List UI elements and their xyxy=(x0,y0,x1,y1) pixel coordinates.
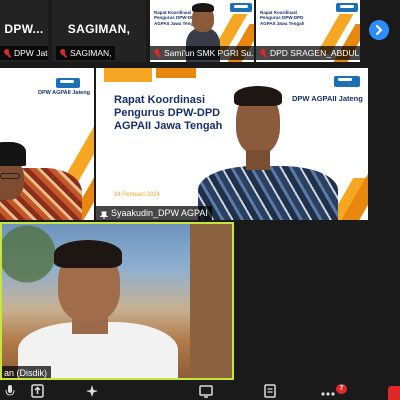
video-tile-syaakudin[interactable]: Rapat Koordinasi Pengurus DPW-DPD AGPAII… xyxy=(96,68,368,220)
mic-muted-icon[interactable] xyxy=(2,384,18,398)
mic-muted-icon xyxy=(3,48,11,58)
participant-name: DPD SRAGEN_ABDUL ... xyxy=(270,48,360,58)
participant-hair xyxy=(54,240,122,268)
agpaii-logo xyxy=(56,78,80,88)
next-page-button[interactable] xyxy=(369,20,389,40)
slide-stripe xyxy=(104,68,152,82)
slide-stripe xyxy=(156,68,196,78)
participant-label: SAGIMAN, xyxy=(56,46,115,60)
video-tile-dpw-jateng[interactable]: DPW AGPAII Jateng xyxy=(0,68,94,220)
gallery-empty-area xyxy=(236,222,400,380)
more-icon[interactable] xyxy=(320,384,336,398)
participant-label: DPW Jateng xyxy=(0,46,48,60)
chevron-right-icon xyxy=(376,25,383,35)
slide-title: Rapat Koordinasi Pengurus DPW-DPD AGPAII… xyxy=(114,94,223,133)
peci-cap xyxy=(0,142,26,166)
glasses xyxy=(0,173,20,179)
participant-name: Sami'un SMK PGRI Su... xyxy=(164,48,254,58)
strip-tile-dpd-sragen[interactable]: Rapat Koordinasi Pengurus DPW-DPD AGPAII… xyxy=(256,0,360,62)
logo-text: DPW AGPAII Jateng xyxy=(38,90,90,96)
participant-label: Sami'un SMK PGRI Su... xyxy=(150,46,254,60)
mic-muted-icon xyxy=(153,48,161,58)
participant-strip: DPW... DPW Jateng SAGIMAN, SAGIMAN, Rapa… xyxy=(0,0,400,62)
reactions-icon[interactable] xyxy=(84,384,100,398)
notification-badge: 7 xyxy=(336,384,347,394)
participant-neck xyxy=(246,150,270,170)
video-tile-active-speaker[interactable]: an (Disdik) xyxy=(0,222,234,380)
participant-video xyxy=(198,166,338,220)
participant-name: SAGIMAN, xyxy=(70,48,112,58)
participant-name-large: DPW... xyxy=(4,22,44,36)
participant-label: DPD SRAGEN_ABDUL ... xyxy=(256,46,360,60)
logo-text: DPW AGPAII Jateng xyxy=(292,94,363,103)
agpaii-logo xyxy=(334,76,360,87)
end-button[interactable] xyxy=(388,386,400,400)
participant-name: DPW Jateng xyxy=(14,48,48,58)
share-screen-icon[interactable] xyxy=(30,384,46,398)
participant-label: Syaakudin_DPW AGPAI xyxy=(96,206,212,220)
agpaii-logo xyxy=(230,3,252,12)
notes-icon[interactable] xyxy=(262,384,278,398)
mic-muted-icon xyxy=(259,48,267,58)
participant-label: an (Disdik) xyxy=(0,366,52,380)
participant-name: an (Disdik) xyxy=(4,368,48,378)
mic-muted-icon xyxy=(59,48,67,58)
pin-icon xyxy=(99,209,109,219)
slide-date: 24 Februari 2024 xyxy=(114,192,160,198)
strip-tile-sagiman[interactable]: SAGIMAN, SAGIMAN, xyxy=(52,0,146,62)
meeting-toolbar: 7 xyxy=(0,380,400,400)
strip-tile-dpw-jateng[interactable]: DPW... DPW Jateng xyxy=(0,0,48,62)
strip-tile-samiun[interactable]: Rapat Koordinasi Pengurus DPW-DPD AGPAII… xyxy=(150,0,254,62)
participant-hair xyxy=(234,86,282,106)
agpaii-logo xyxy=(336,3,358,12)
participant-hair xyxy=(192,3,214,12)
participant-name: Syaakudin_DPW AGPAI xyxy=(111,208,208,218)
slide-title: Rapat Koordinasi Pengurus DPW-DPD AGPAII… xyxy=(260,10,305,26)
screen-icon[interactable] xyxy=(198,384,214,398)
participant-name-large: SAGIMAN, xyxy=(67,22,131,36)
video-background-wall xyxy=(190,222,234,380)
